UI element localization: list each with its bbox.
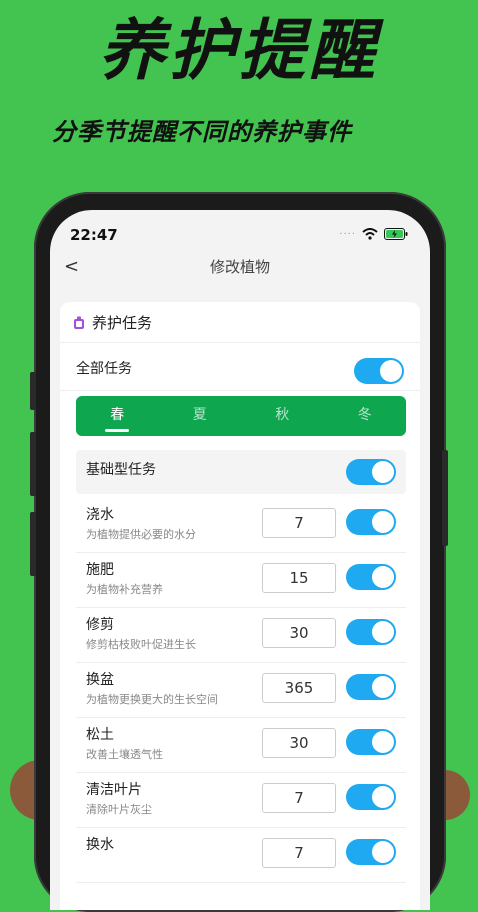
- phone-mute-button: [30, 372, 36, 410]
- task-toggle[interactable]: [346, 674, 396, 700]
- task-toggle[interactable]: [346, 839, 396, 865]
- bell-badge-icon: [74, 316, 84, 329]
- task-name: 换盆: [86, 672, 114, 688]
- card-header: 养护任务: [72, 312, 152, 333]
- task-row: 清洁叶片 清除叶片灰尘 7: [76, 773, 406, 828]
- task-desc: 清除叶片灰尘: [86, 803, 152, 816]
- task-interval-input[interactable]: 7: [262, 508, 336, 538]
- task-toggle[interactable]: [346, 729, 396, 755]
- task-desc: 修剪枯枝败叶促进生长: [86, 638, 196, 651]
- task-name: 松土: [86, 727, 114, 743]
- divider: [60, 390, 420, 391]
- basic-tasks-toggle[interactable]: [346, 459, 396, 485]
- season-tabs: 春 夏 秋 冬: [76, 396, 406, 436]
- task-name: 换水: [86, 837, 114, 853]
- wifi-icon: [362, 228, 378, 240]
- page-title: 修改植物: [209, 258, 270, 276]
- care-tasks-card: 养护任务 全部任务 春 夏 秋 冬 基础型任务 浇水 为植物提供必要的水分 7 …: [60, 302, 420, 910]
- tab-autumn[interactable]: 秋: [241, 396, 324, 436]
- task-name: 修剪: [86, 617, 114, 633]
- task-toggle[interactable]: [346, 784, 396, 810]
- phone-volume-down-button: [30, 512, 36, 576]
- promo-headline: 养护提醒: [99, 12, 379, 89]
- task-desc: 改善土壤透气性: [86, 748, 163, 761]
- phone-screen: 22:47 ···· < 修改植物 养护任务 全部任务 春 夏 秋 冬 基础型任…: [50, 210, 430, 910]
- task-row: 换水 7: [76, 828, 406, 883]
- task-row: 松土 改善土壤透气性 30: [76, 718, 406, 773]
- task-interval-input[interactable]: 365: [262, 673, 336, 703]
- task-toggle[interactable]: [346, 509, 396, 535]
- tab-summer[interactable]: 夏: [159, 396, 242, 436]
- task-row: 换盆 为植物更换更大的生长空间 365: [76, 663, 406, 718]
- all-tasks-row: 全部任务: [76, 354, 406, 390]
- task-row: 施肥 为植物补充营养 15: [76, 553, 406, 608]
- task-desc: 为植物补充营养: [86, 583, 163, 596]
- task-desc: 为植物更换更大的生长空间: [86, 693, 218, 706]
- nav-bar: < 修改植物: [50, 250, 430, 280]
- card-title: 养护任务: [92, 314, 153, 332]
- basic-tasks-group: 基础型任务: [76, 450, 406, 494]
- task-toggle[interactable]: [346, 564, 396, 590]
- signal-dots: ····: [339, 228, 356, 240]
- task-desc: 为植物提供必要的水分: [86, 528, 196, 541]
- task-name: 浇水: [86, 507, 114, 523]
- task-interval-input[interactable]: 15: [262, 563, 336, 593]
- task-toggle[interactable]: [346, 619, 396, 645]
- status-bar: 22:47 ····: [50, 210, 430, 250]
- phone-power-button: [442, 450, 448, 546]
- task-row: 修剪 修剪枯枝败叶促进生长 30: [76, 608, 406, 663]
- task-name: 清洁叶片: [86, 782, 142, 798]
- all-tasks-label: 全部任务: [76, 361, 132, 377]
- divider: [60, 342, 420, 343]
- battery-charging-icon: [384, 228, 408, 240]
- task-interval-input[interactable]: 7: [262, 838, 336, 868]
- phone-volume-up-button: [30, 432, 36, 496]
- all-tasks-toggle[interactable]: [354, 358, 404, 384]
- promo-subline: 分季节提醒不同的养护事件: [52, 118, 352, 146]
- tab-spring[interactable]: 春: [76, 396, 159, 436]
- tab-winter[interactable]: 冬: [324, 396, 407, 436]
- task-name: 施肥: [86, 562, 114, 578]
- task-interval-input[interactable]: 7: [262, 783, 336, 813]
- status-icons: ····: [339, 228, 408, 240]
- task-interval-input[interactable]: 30: [262, 728, 336, 758]
- status-time: 22:47: [70, 226, 118, 244]
- task-interval-input[interactable]: 30: [262, 618, 336, 648]
- task-row: 浇水 为植物提供必要的水分 7: [76, 498, 406, 553]
- group-label: 基础型任务: [86, 462, 156, 478]
